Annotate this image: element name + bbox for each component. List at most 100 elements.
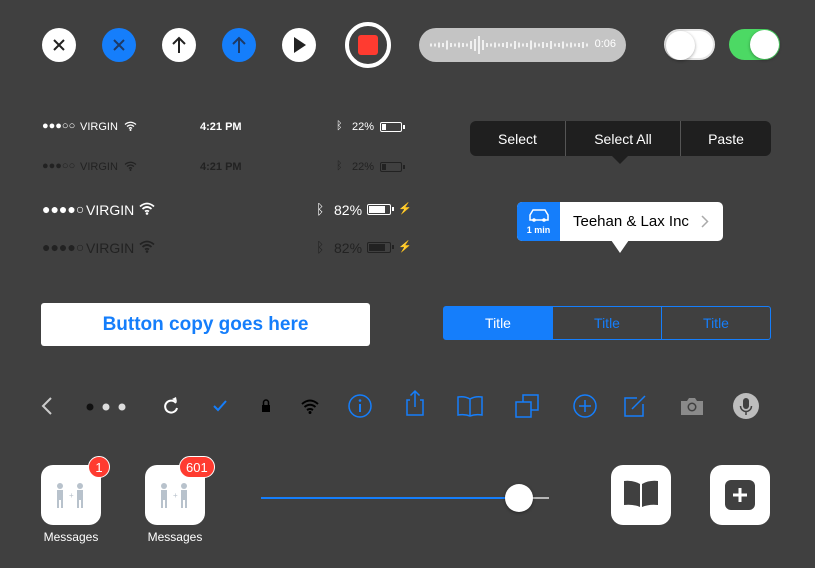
charging-icon: ⚡ <box>398 241 412 253</box>
eta-panel[interactable]: 1 min <box>517 202 560 241</box>
wifi-icon <box>124 121 137 131</box>
bookmarks-icon[interactable] <box>456 392 484 420</box>
book-icon <box>624 480 658 507</box>
svg-text:+: + <box>173 491 178 500</box>
segment-2[interactable]: Title <box>553 307 662 339</box>
menu-pointer <box>612 156 628 164</box>
audio-duration: 0:06 <box>594 38 616 50</box>
close-button-white[interactable] <box>42 28 76 62</box>
book-action-button[interactable] <box>611 465 671 525</box>
segment-3[interactable]: Title <box>662 307 770 339</box>
bluetooth-icon: ᛒ <box>336 120 343 132</box>
upload-button-blue[interactable] <box>222 28 256 62</box>
battery-percentage: 82% <box>334 202 363 218</box>
battery-icon <box>380 122 402 132</box>
status-bar-large-2: ●●●●○ VIRGIN ᛒ 82% ⚡ <box>42 239 412 256</box>
record-button[interactable] <box>345 22 391 68</box>
status-bar-small-1: ●●●○○ VIRGIN 4:21 PM ᛒ 22% <box>42 120 407 136</box>
slider-thumb[interactable] <box>505 484 533 512</box>
share-icon[interactable] <box>401 389 429 417</box>
wifi-icon <box>301 399 319 414</box>
info-icon[interactable] <box>346 392 374 420</box>
status-time: 4:21 PM <box>200 121 242 133</box>
wifi-icon <box>139 240 155 253</box>
signal-strength: ●●●●○ <box>42 239 85 255</box>
play-button[interactable] <box>282 28 316 62</box>
notification-badge: 601 <box>179 456 215 478</box>
toggle-switch-on[interactable] <box>729 29 780 60</box>
signal-strength: ●●●●○ <box>42 201 85 217</box>
audio-message-bubble[interactable]: 0:06 <box>419 28 626 62</box>
record-icon <box>358 35 378 55</box>
app-placeholder-icon: + <box>161 483 187 508</box>
status-time: 4:21 PM <box>200 161 242 173</box>
compose-icon[interactable] <box>621 392 649 420</box>
battery-icon <box>367 242 391 253</box>
toggle-knob <box>750 30 779 59</box>
add-circle-icon[interactable] <box>571 392 599 420</box>
add-icon <box>725 480 755 510</box>
copy-icon[interactable] <box>513 392 541 420</box>
arrow-up-icon <box>232 36 246 53</box>
signal-strength: ●●●○○ <box>42 160 76 172</box>
app-placeholder-icon: + <box>57 483 83 508</box>
bluetooth-icon: ᛒ <box>316 239 325 255</box>
callout-pointer <box>611 240 629 253</box>
segmented-control: Title Title Title <box>443 306 771 340</box>
app-label: Messages <box>147 530 203 544</box>
wifi-icon <box>124 161 137 171</box>
carrier-name: VIRGIN <box>86 202 135 218</box>
waveform-icon <box>430 36 588 54</box>
charging-icon: ⚡ <box>398 203 412 215</box>
menu-item-paste[interactable]: Paste <box>681 121 771 156</box>
checkmark-icon[interactable] <box>206 392 234 420</box>
toggle-switch-off[interactable] <box>664 29 715 60</box>
carrier-name: VIRGIN <box>80 121 118 133</box>
signal-strength: ●●●○○ <box>42 120 76 132</box>
microphone-icon[interactable] <box>732 392 760 420</box>
back-chevron-icon[interactable] <box>34 392 62 420</box>
car-icon <box>529 209 549 222</box>
eta-label: 1 min <box>526 225 551 235</box>
camera-icon[interactable] <box>678 392 706 420</box>
wifi-icon <box>139 202 155 215</box>
battery-icon <box>380 162 402 172</box>
chevron-right-icon <box>701 215 709 228</box>
close-icon <box>113 39 125 51</box>
lock-icon <box>262 399 270 412</box>
svg-text:+: + <box>69 491 74 500</box>
battery-percentage: 22% <box>352 121 375 133</box>
callout-title: Teehan & Lax Inc <box>573 213 689 230</box>
arrow-up-icon <box>172 36 186 53</box>
edit-menu: Select Select All Paste <box>470 121 771 156</box>
upload-button-white[interactable] <box>162 28 196 62</box>
carrier-name: VIRGIN <box>80 161 118 173</box>
notification-badge: 1 <box>88 456 110 478</box>
page-dots-icon[interactable] <box>84 392 128 420</box>
refresh-icon[interactable] <box>157 392 185 420</box>
segment-1[interactable]: Title <box>444 307 553 339</box>
bluetooth-icon: ᛒ <box>336 160 343 172</box>
menu-item-select-all[interactable]: Select All <box>566 121 681 156</box>
battery-percentage: 22% <box>352 161 375 173</box>
map-callout[interactable]: 1 min Teehan & Lax Inc <box>517 202 723 241</box>
battery-icon <box>367 204 391 215</box>
battery-tip <box>392 207 394 211</box>
close-button-blue[interactable] <box>102 28 136 62</box>
menu-item-select[interactable]: Select <box>470 121 566 156</box>
app-label: Messages <box>43 530 99 544</box>
status-bar-large-1: ●●●●○ VIRGIN ᛒ 82% ⚡ <box>42 201 412 218</box>
carrier-name: VIRGIN <box>86 240 135 256</box>
bluetooth-icon: ᛒ <box>316 201 325 217</box>
battery-tip <box>392 245 394 249</box>
status-bar-small-2: ●●●○○ VIRGIN 4:21 PM ᛒ 22% <box>42 160 407 176</box>
primary-button[interactable]: Button copy goes here <box>41 303 370 346</box>
play-icon <box>294 37 306 53</box>
add-action-button[interactable] <box>710 465 770 525</box>
slider-track-filled[interactable] <box>261 497 519 499</box>
battery-tip <box>403 125 405 129</box>
battery-percentage: 82% <box>334 240 363 256</box>
toggle-knob <box>666 31 695 60</box>
close-icon <box>53 39 65 51</box>
battery-tip <box>403 165 405 169</box>
